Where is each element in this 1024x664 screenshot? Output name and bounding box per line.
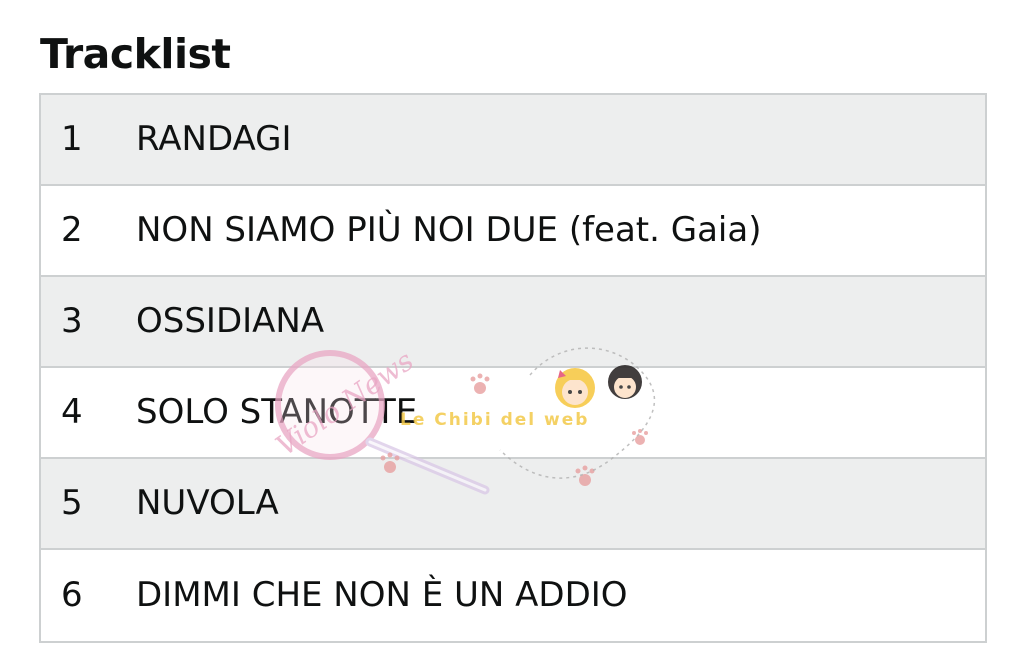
track-number: 5	[61, 483, 83, 523]
track-title: DIMMI CHE NON È UN ADDIO	[136, 575, 628, 615]
track-row[interactable]: 6 DIMMI CHE NON È UN ADDIO	[41, 550, 985, 641]
track-title: RANDAGI	[136, 119, 292, 159]
page-title: Tracklist	[40, 30, 231, 78]
track-row[interactable]: 3 OSSIDIANA	[41, 277, 985, 368]
track-number: 3	[61, 301, 83, 341]
track-row[interactable]: 5 NUVOLA	[41, 459, 985, 550]
track-title: OSSIDIANA	[136, 301, 325, 341]
track-number: 6	[61, 575, 83, 615]
track-number: 4	[61, 392, 83, 432]
track-row[interactable]: 2 NON SIAMO PIÙ NOI DUE (feat. Gaia)	[41, 186, 985, 277]
track-number: 2	[61, 210, 83, 250]
track-title: NUVOLA	[136, 483, 279, 523]
track-title: NON SIAMO PIÙ NOI DUE (feat. Gaia)	[136, 210, 762, 250]
track-title: SOLO STANOTTE	[136, 392, 418, 432]
track-row[interactable]: 1 RANDAGI	[41, 95, 985, 186]
tracklist-table: 1 RANDAGI 2 NON SIAMO PIÙ NOI DUE (feat.…	[39, 93, 987, 643]
track-number: 1	[61, 119, 83, 159]
track-row[interactable]: 4 SOLO STANOTTE	[41, 368, 985, 459]
